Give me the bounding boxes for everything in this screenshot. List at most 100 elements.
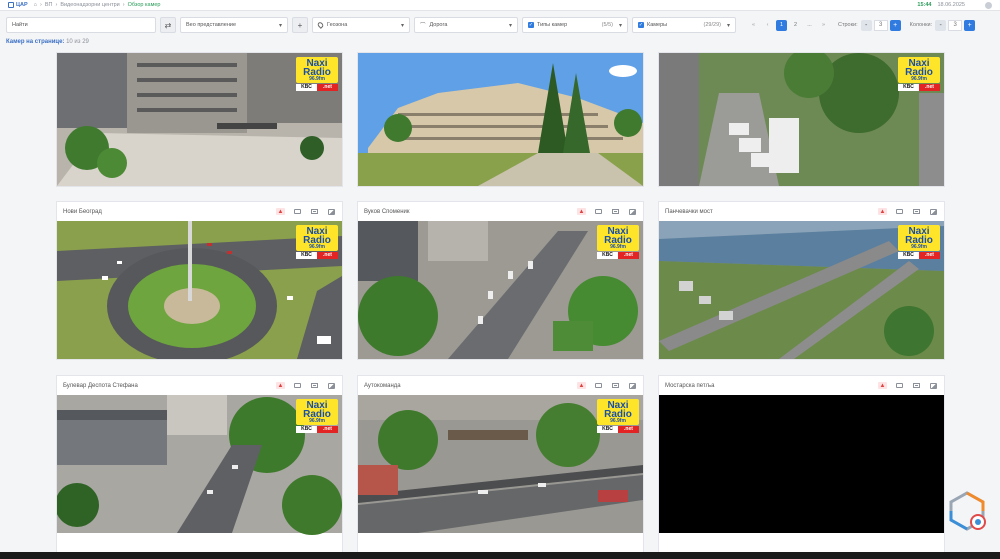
camera-feed-offline[interactable] bbox=[659, 395, 944, 552]
image-icon[interactable] bbox=[327, 208, 336, 215]
alert-icon[interactable]: ▲ bbox=[878, 382, 887, 389]
camera-card[interactable]: Аутокоманда ▲ Naxi Radio 96.9fm KBC .net bbox=[358, 376, 643, 552]
camera-icon[interactable] bbox=[594, 208, 603, 215]
camera-title: Нови Београд bbox=[63, 208, 102, 215]
alert-icon[interactable]: ▲ bbox=[276, 382, 285, 389]
naxi-radio-watermark: Naxi Radio 96.9fm KBC .net bbox=[597, 225, 639, 269]
naxi-logo: Naxi Radio 96.9fm bbox=[597, 399, 639, 425]
image-icon[interactable] bbox=[929, 208, 938, 215]
camera-card[interactable] bbox=[358, 53, 643, 186]
camera-feed[interactable]: Naxi Radio 96.9fm KBC .net bbox=[659, 221, 944, 359]
pagination: « ‹ 1 2 ... » Строки: - 3 + Колонки: - 3… bbox=[748, 19, 976, 31]
naxi-logo: Naxi Radio 96.9fm bbox=[296, 57, 338, 83]
fullscreen-icon[interactable] bbox=[912, 382, 921, 389]
cols-value[interactable]: 3 bbox=[948, 19, 963, 31]
fullscreen-icon[interactable] bbox=[310, 382, 319, 389]
breadcrumb-item-2[interactable]: Видеонадзорни центри bbox=[60, 2, 119, 8]
alert-icon[interactable]: ▲ bbox=[878, 208, 887, 215]
kbc-logo: KBC .net bbox=[296, 252, 338, 259]
camera-types-select[interactable]: ✓ Типы камер (5/5) ▾ bbox=[522, 17, 628, 33]
kbc-text: KBC bbox=[296, 84, 317, 91]
view-select[interactable]: Вео представление ▾ bbox=[180, 17, 288, 33]
search-input[interactable]: Найти bbox=[6, 17, 156, 33]
bottom-edge bbox=[0, 552, 1000, 559]
last-page-icon[interactable]: » bbox=[818, 20, 829, 31]
user-avatar-icon[interactable] bbox=[985, 1, 992, 9]
fullscreen-icon[interactable] bbox=[611, 208, 620, 215]
alert-icon[interactable]: ▲ bbox=[276, 208, 285, 215]
top-navigation-bar: ЦАР ⌂ › ВП › Видеонадзорни центри › Обзо… bbox=[0, 0, 1000, 11]
camera-card[interactable]: Naxi Radio 96.9fm KBC .net bbox=[57, 53, 342, 186]
breadcrumb-home-icon[interactable]: ⌂ bbox=[34, 2, 37, 8]
rows-increment-button[interactable]: + bbox=[889, 19, 901, 31]
checkbox-checked-icon[interactable]: ✓ bbox=[528, 22, 534, 28]
naxi-logo: Naxi Radio 96.9fm bbox=[898, 57, 940, 83]
breadcrumb-item-1[interactable]: ВП bbox=[45, 2, 53, 8]
first-page-icon[interactable]: « bbox=[748, 20, 759, 31]
camera-feed[interactable]: Naxi Radio 96.9fm KBC .net bbox=[659, 53, 944, 186]
naxi-logo: Naxi Radio 96.9fm bbox=[296, 399, 338, 425]
app-logo-text: ЦАР bbox=[16, 2, 28, 8]
filter-toolbar: Найти ⇄ Вео представление ▾ + Геозона ▾ … bbox=[0, 14, 1000, 36]
fullscreen-icon[interactable] bbox=[912, 208, 921, 215]
camera-types-label: Типы камер bbox=[537, 22, 568, 28]
camera-card[interactable]: Naxi Radio 96.9fm KBC .net bbox=[659, 53, 944, 186]
net-text: .net bbox=[618, 426, 639, 433]
road-select[interactable]: ⌒ Дорога ▾ bbox=[414, 17, 518, 33]
camera-icon[interactable] bbox=[594, 382, 603, 389]
kbc-text: KBC bbox=[597, 252, 618, 259]
camera-card[interactable]: Нови Београд ▲ Naxi Radio 96.9fm KBC .ne… bbox=[57, 202, 342, 359]
page-button-1[interactable]: 1 bbox=[776, 19, 787, 31]
camera-icon[interactable] bbox=[895, 208, 904, 215]
rows-decrement-button[interactable]: - bbox=[860, 19, 872, 31]
swap-icon[interactable]: ⇄ bbox=[160, 17, 176, 33]
add-view-button[interactable]: + bbox=[292, 17, 308, 33]
camera-icon[interactable] bbox=[895, 382, 904, 389]
camera-title: Вуков Споменик bbox=[364, 208, 410, 215]
kbc-logo: KBC .net bbox=[597, 426, 639, 433]
camera-feed[interactable]: Naxi Radio 96.9fm KBC .net bbox=[57, 221, 342, 359]
cols-decrement-button[interactable]: - bbox=[935, 19, 947, 31]
alert-icon[interactable]: ▲ bbox=[577, 208, 586, 215]
chevron-down-icon: ▾ bbox=[508, 22, 512, 29]
per-page-label: Камер на странице: bbox=[6, 39, 65, 45]
camera-feed[interactable]: Naxi Radio 96.9fm KBC .net bbox=[57, 395, 342, 552]
rows-value[interactable]: 3 bbox=[873, 19, 888, 31]
camera-feed[interactable]: Naxi Radio 96.9fm KBC .net bbox=[57, 53, 342, 186]
fullscreen-icon[interactable] bbox=[310, 208, 319, 215]
alert-icon[interactable]: ▲ bbox=[577, 382, 586, 389]
camera-card[interactable]: Панчевачки мост ▲ Naxi Radio 96.9fm KBC … bbox=[659, 202, 944, 359]
naxi-radio-watermark: Naxi Radio 96.9fm KBC .net bbox=[296, 399, 338, 443]
fullscreen-icon[interactable] bbox=[611, 382, 620, 389]
logo-icon bbox=[8, 2, 14, 8]
cameras-count: (29/29) bbox=[703, 22, 721, 28]
image-icon[interactable] bbox=[929, 382, 938, 389]
image-icon[interactable] bbox=[327, 382, 336, 389]
camera-card-header: Мостарска петља ▲ bbox=[659, 376, 944, 395]
checkbox-checked-icon[interactable]: ✓ bbox=[638, 22, 644, 28]
camera-feed[interactable]: Naxi Radio 96.9fm KBC .net bbox=[358, 221, 643, 359]
camera-card[interactable]: Вуков Споменик ▲ Naxi Radio 96.9fm KBC .… bbox=[358, 202, 643, 359]
kbc-text: KBC bbox=[898, 252, 919, 259]
brand-logo-icon bbox=[949, 491, 986, 531]
camera-feed[interactable]: Naxi Radio 96.9fm KBC .net bbox=[358, 395, 643, 552]
page-button-2[interactable]: 2 bbox=[790, 20, 801, 31]
app-logo[interactable]: ЦАР bbox=[8, 2, 28, 8]
camera-icon[interactable] bbox=[293, 382, 302, 389]
camera-card-header: Панчевачки мост ▲ bbox=[659, 202, 944, 221]
geozone-select[interactable]: Геозона ▾ bbox=[312, 17, 410, 33]
breadcrumb-separator: › bbox=[40, 2, 42, 8]
camera-icon[interactable] bbox=[293, 208, 302, 215]
camera-feed[interactable] bbox=[358, 53, 643, 186]
image-icon[interactable] bbox=[628, 382, 637, 389]
cols-increment-button[interactable]: + bbox=[964, 19, 976, 31]
cameras-select[interactable]: ✓ Камеры (29/29) ▾ bbox=[632, 17, 736, 33]
camera-feed-image bbox=[659, 395, 944, 533]
camera-card-header: Нови Београд ▲ bbox=[57, 202, 342, 221]
camera-card[interactable]: Мостарска петља ▲ bbox=[659, 376, 944, 552]
prev-page-icon[interactable]: ‹ bbox=[762, 20, 773, 31]
net-text: .net bbox=[317, 426, 338, 433]
image-icon[interactable] bbox=[628, 208, 637, 215]
map-pin-icon bbox=[316, 21, 325, 29]
camera-card[interactable]: Булевар Деспота Стефана ▲ Naxi Radio 96.… bbox=[57, 376, 342, 552]
